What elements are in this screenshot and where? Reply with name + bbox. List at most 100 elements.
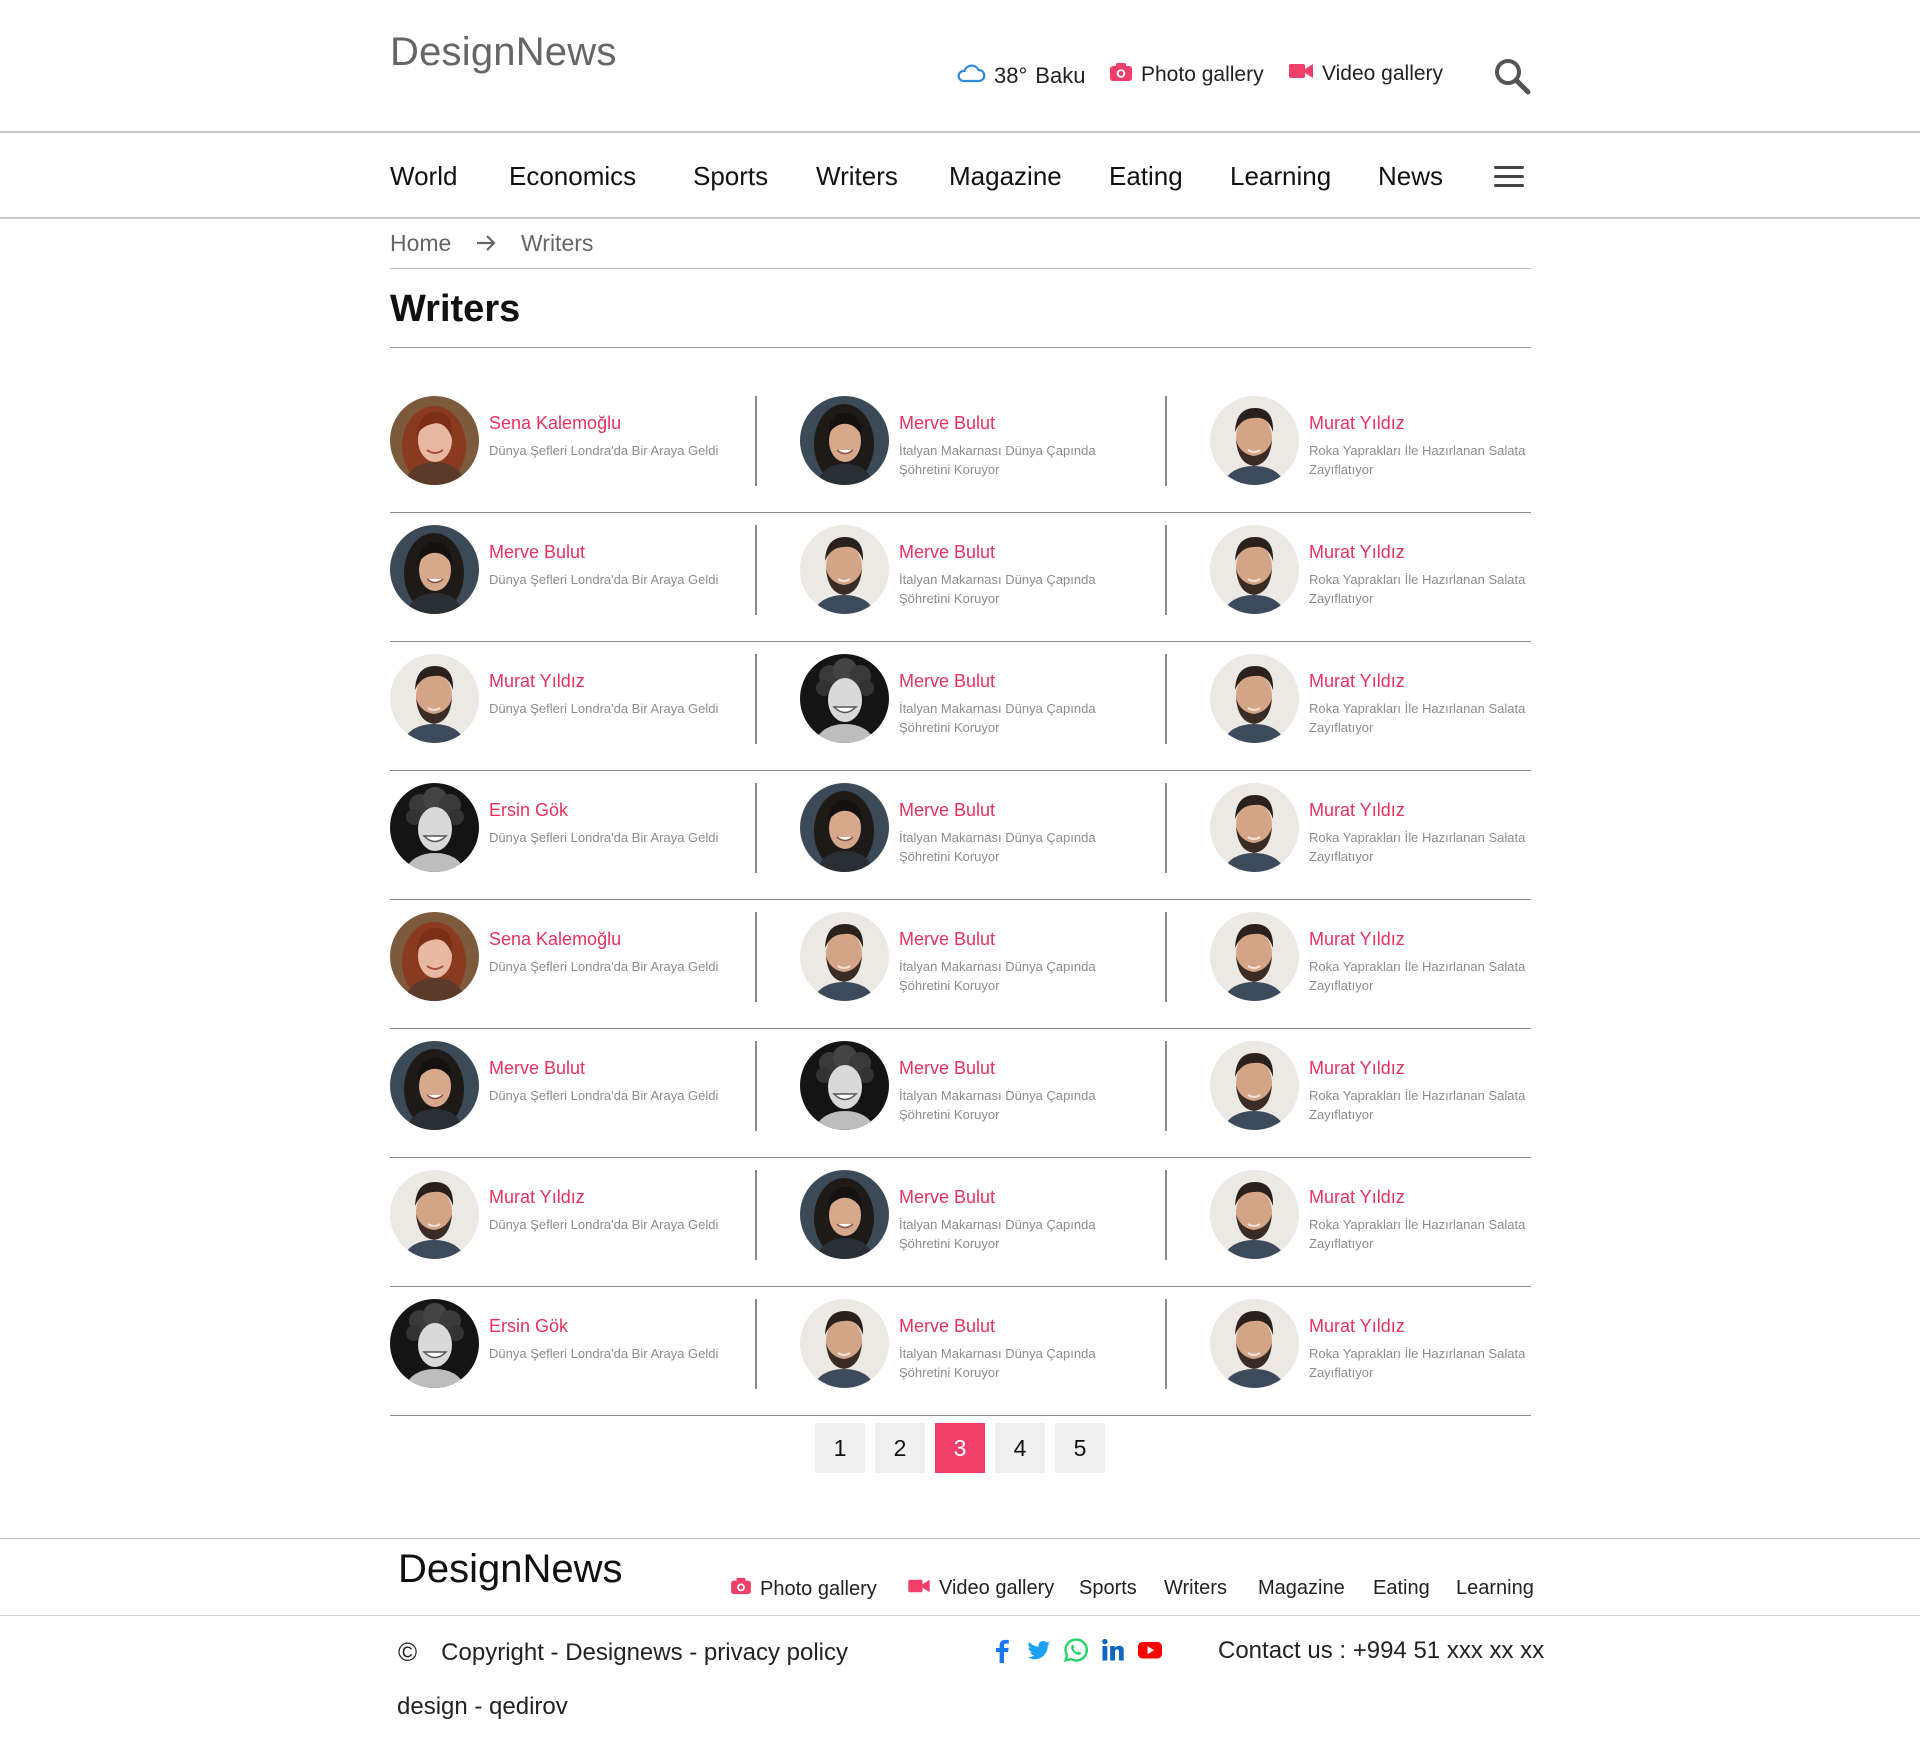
writer-name[interactable]: Merve Bulut [899,671,995,692]
writer-name[interactable]: Merve Bulut [899,1058,995,1079]
writer-avatar[interactable] [1210,912,1299,1001]
writer-avatar[interactable] [800,1041,889,1130]
writer-card[interactable]: Ersin Gök Dünya Şefleri Londra'da Bir Ara… [390,783,770,873]
footer-link-learning[interactable]: Learning [1456,1577,1534,1600]
writer-headline[interactable]: İtalyan Makarnası Dünya Çapında Şöhretin… [899,957,1129,995]
writer-name[interactable]: Murat Yıldız [1309,542,1405,563]
whatsapp-icon[interactable] [1063,1637,1089,1663]
writer-card[interactable]: Merve Bulut İtalyan Makarnası Dünya Çapın… [755,654,1180,744]
writer-headline[interactable]: İtalyan Makarnası Dünya Çapında Şöhretin… [899,1215,1129,1253]
writer-name[interactable]: Murat Yıldız [1309,1187,1405,1208]
writer-avatar[interactable] [390,912,479,1001]
writer-name[interactable]: Murat Yıldız [489,671,585,692]
writer-name[interactable]: Murat Yıldız [489,1187,585,1208]
writer-avatar[interactable] [390,1041,479,1130]
nav-item-learning[interactable]: Learning [1230,161,1331,192]
writer-headline[interactable]: Dünya Şefleri Londra'da Bir Araya Geldi [489,957,719,976]
linkedin-icon[interactable] [1100,1637,1126,1663]
writer-headline[interactable]: Dünya Şefleri Londra'da Bir Araya Geldi [489,699,719,718]
writer-avatar[interactable] [800,396,889,485]
writer-card[interactable]: Murat Yıldız Roka Yaprakları İle Hazırlan… [1165,525,1590,615]
nav-item-sports[interactable]: Sports [693,161,768,192]
writer-avatar[interactable] [1210,525,1299,614]
writer-card[interactable]: Merve Bulut İtalyan Makarnası Dünya Çapın… [755,1299,1180,1389]
youtube-icon[interactable] [1137,1637,1163,1663]
writer-card[interactable]: Merve Bulut Dünya Şefleri Londra'da Bir A… [390,525,770,615]
writer-card[interactable]: Merve Bulut İtalyan Makarnası Dünya Çapın… [755,1041,1180,1131]
writer-avatar[interactable] [1210,1041,1299,1130]
writer-avatar[interactable] [800,912,889,1001]
writer-headline[interactable]: Dünya Şefleri Londra'da Bir Araya Geldi [489,441,719,460]
writer-name[interactable]: Murat Yıldız [1309,671,1405,692]
writer-card[interactable]: Murat Yıldız Roka Yaprakları İle Hazırlan… [1165,912,1590,1002]
page-3-button[interactable]: 3 [935,1423,985,1473]
writer-name[interactable]: Merve Bulut [899,1187,995,1208]
writer-headline[interactable]: Roka Yaprakları İle Hazırlanan Salata Za… [1309,1086,1539,1124]
writer-card[interactable]: Murat Yıldız Dünya Şefleri Londra'da Bir … [390,1170,770,1260]
writer-avatar[interactable] [390,654,479,743]
writer-name[interactable]: Merve Bulut [899,929,995,950]
writer-card[interactable]: Murat Yıldız Roka Yaprakları İle Hazırlan… [1165,1041,1590,1131]
writer-avatar[interactable] [800,1170,889,1259]
nav-item-writers[interactable]: Writers [816,161,898,192]
nav-item-economics[interactable]: Economics [509,161,636,192]
writer-headline[interactable]: İtalyan Makarnası Dünya Çapında Şöhretin… [899,699,1129,737]
writer-card[interactable]: Murat Yıldız Roka Yaprakları İle Hazırlan… [1165,783,1590,873]
writer-headline[interactable]: Dünya Şefleri Londra'da Bir Araya Geldi [489,1086,719,1105]
footer-link-writers[interactable]: Writers [1164,1577,1227,1600]
search-button[interactable] [1492,56,1532,96]
writer-headline[interactable]: İtalyan Makarnası Dünya Çapında Şöhretin… [899,1344,1129,1382]
footer-link-magazine[interactable]: Magazine [1258,1577,1345,1600]
writer-headline[interactable]: İtalyan Makarnası Dünya Çapında Şöhretin… [899,1086,1129,1124]
writer-card[interactable]: Merve Bulut Dünya Şefleri Londra'da Bir A… [390,1041,770,1131]
writer-avatar[interactable] [800,783,889,872]
site-logo[interactable]: DesignNews [390,30,617,75]
writer-avatar[interactable] [390,1299,479,1388]
writer-card[interactable]: Murat Yıldız Dünya Şefleri Londra'da Bir … [390,654,770,744]
writer-card[interactable]: Merve Bulut İtalyan Makarnası Dünya Çapın… [755,396,1180,486]
writer-avatar[interactable] [800,654,889,743]
writer-card[interactable]: Sena Kalemoğlu Dünya Şefleri Londra'da Bi… [390,396,770,486]
nav-item-magazine[interactable]: Magazine [949,161,1062,192]
page-2-button[interactable]: 2 [875,1423,925,1473]
video-gallery-link[interactable]: Video gallery [1288,62,1443,86]
nav-item-world[interactable]: World [390,161,457,192]
writer-name[interactable]: Merve Bulut [899,1316,995,1337]
writer-card[interactable]: Murat Yıldız Roka Yaprakları İle Hazırlan… [1165,396,1590,486]
writer-name[interactable]: Murat Yıldız [1309,1316,1405,1337]
writer-card[interactable]: Sena Kalemoğlu Dünya Şefleri Londra'da Bi… [390,912,770,1002]
writer-headline[interactable]: Dünya Şefleri Londra'da Bir Araya Geldi [489,828,719,847]
footer-link-eating[interactable]: Eating [1373,1577,1430,1600]
writer-avatar[interactable] [390,525,479,614]
footer-photo-gallery-link[interactable]: Photo gallery [730,1577,877,1601]
copyright-text[interactable]: Copyright - Designews - privacy policy [441,1639,848,1667]
facebook-icon[interactable] [989,1637,1015,1663]
footer-logo[interactable]: DesignNews [398,1547,623,1592]
writer-headline[interactable]: Dünya Şefleri Londra'da Bir Araya Geldi [489,1215,719,1234]
hamburger-menu-icon[interactable] [1494,166,1526,188]
writer-avatar[interactable] [390,783,479,872]
footer-video-gallery-link[interactable]: Video gallery [907,1577,1054,1600]
writer-name[interactable]: Merve Bulut [489,542,585,563]
writer-name[interactable]: Merve Bulut [489,1058,585,1079]
writer-name[interactable]: Ersin Gök [489,1316,568,1337]
writer-headline[interactable]: Roka Yaprakları İle Hazırlanan Salata Za… [1309,699,1539,737]
writer-name[interactable]: Merve Bulut [899,542,995,563]
page-4-button[interactable]: 4 [995,1423,1045,1473]
writer-card[interactable]: Ersin Gök Dünya Şefleri Londra'da Bir Ara… [390,1299,770,1389]
writer-name[interactable]: Sena Kalemoğlu [489,413,621,434]
writer-name[interactable]: Murat Yıldız [1309,800,1405,821]
writer-headline[interactable]: Dünya Şefleri Londra'da Bir Araya Geldi [489,570,719,589]
writer-headline[interactable]: Roka Yaprakları İle Hazırlanan Salata Za… [1309,1215,1539,1253]
page-5-button[interactable]: 5 [1055,1423,1105,1473]
writer-card[interactable]: Murat Yıldız Roka Yaprakları İle Hazırlan… [1165,654,1590,744]
writer-avatar[interactable] [1210,654,1299,743]
writer-card[interactable]: Merve Bulut İtalyan Makarnası Dünya Çapın… [755,1170,1180,1260]
writer-name[interactable]: Murat Yıldız [1309,413,1405,434]
writer-name[interactable]: Merve Bulut [899,413,995,434]
writer-avatar[interactable] [800,525,889,614]
writer-headline[interactable]: Roka Yaprakları İle Hazırlanan Salata Za… [1309,441,1539,479]
twitter-icon[interactable] [1026,1637,1052,1663]
writer-card[interactable]: Merve Bulut İtalyan Makarnası Dünya Çapın… [755,912,1180,1002]
writer-card[interactable]: Murat Yıldız Roka Yaprakları İle Hazırlan… [1165,1299,1590,1389]
